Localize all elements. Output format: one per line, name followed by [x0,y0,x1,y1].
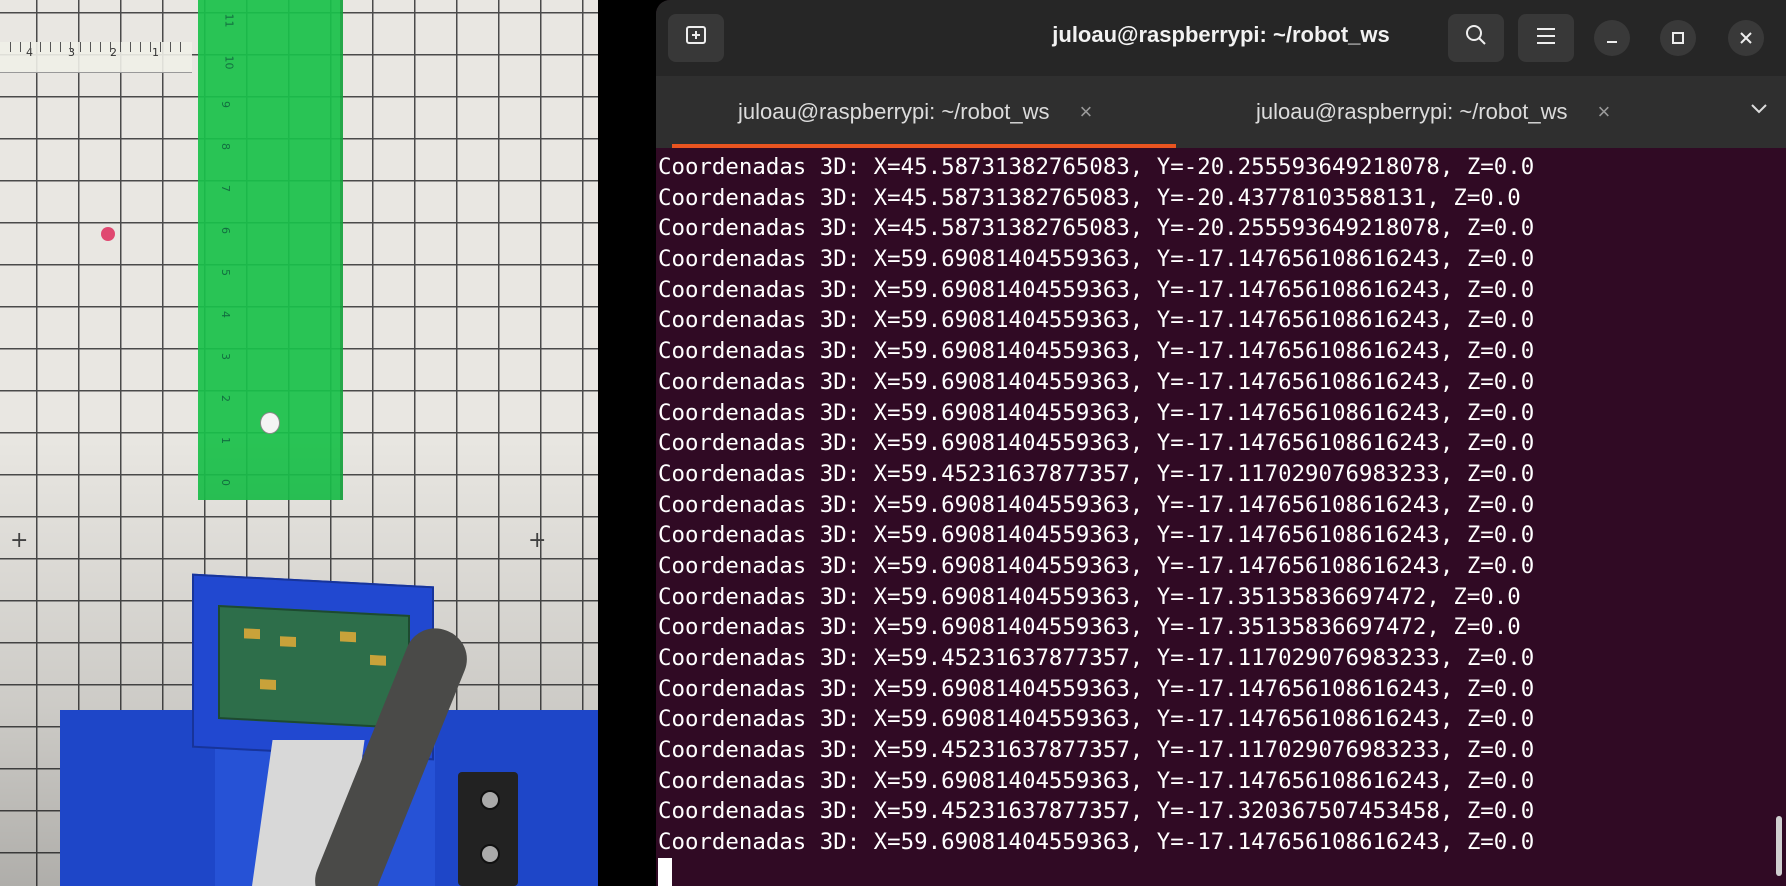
search-button[interactable] [1448,14,1504,62]
output-line: Coordenadas 3D: X=59.69081404559363, Y=-… [658,399,1535,426]
close-button[interactable] [1728,20,1764,56]
maximize-icon [1671,26,1685,50]
chevron-down-icon [1750,96,1768,121]
ruler-number: 4 [219,311,232,318]
active-tab-indicator [672,144,1176,148]
tab-terminal-2[interactable]: juloau@raspberrypi: ~/robot_ws × [1256,76,1610,148]
output-line: Coordenadas 3D: X=59.45231637877357, Y=-… [658,798,1535,825]
output-line: Coordenadas 3D: X=59.45231637877357, Y=-… [658,737,1535,764]
output-line: Coordenadas 3D: X=45.58731382765083, Y=-… [658,215,1535,242]
ruler-number: 7 [219,185,232,192]
tab-label: juloau@raspberrypi: ~/robot_ws [738,99,1050,124]
ruler-number: 11 [222,13,236,28]
output-line: Coordenadas 3D: X=59.69081404559363, Y=-… [658,706,1535,733]
scrollbar[interactable] [1776,816,1782,876]
output-line: Coordenadas 3D: X=59.69081404559363, Y=-… [658,767,1535,794]
output-line: Coordenadas 3D: X=45.58731382765083, Y=-… [658,184,1521,211]
menu-button[interactable] [1518,14,1574,62]
ruler-number: 9 [219,101,232,108]
terminal-cursor [658,858,672,886]
tab-label: juloau@raspberrypi: ~/robot_ws [1256,99,1568,124]
output-line: Coordenadas 3D: X=59.69081404559363, Y=-… [658,614,1521,641]
ruler-number: 8 [219,143,232,150]
maximize-button[interactable] [1660,20,1696,56]
output-line: Coordenadas 3D: X=59.69081404559363, Y=-… [658,246,1535,273]
terminal-output[interactable]: Coordenadas 3D: X=45.58731382765083, Y=-… [658,152,1768,858]
ruler-number: 1 [152,46,159,59]
camera-feed: 4 3 2 1 11 10 9 8 7 6 5 4 3 2 1 0 + + [0,0,598,886]
ruler-number: 6 [219,227,232,234]
output-line: Coordenadas 3D: X=59.69081404559363, Y=-… [658,675,1535,702]
output-line: Coordenadas 3D: X=59.69081404559363, Y=-… [658,276,1535,303]
terminal-window: juloau@raspberrypi: ~/robot_ws juloau@ra… [656,0,1786,886]
tab-close-icon[interactable]: × [1080,99,1093,125]
minimize-icon [1605,26,1619,50]
ruler-number: 10 [222,55,236,70]
hamburger-menu-icon [1535,24,1557,52]
output-line: Coordenadas 3D: X=59.69081404559363, Y=-… [658,552,1535,579]
output-line: Coordenadas 3D: X=59.69081404559363, Y=-… [658,583,1521,610]
output-line: Coordenadas 3D: X=59.69081404559363, Y=-… [658,522,1535,549]
minimize-button[interactable] [1594,20,1630,56]
close-icon [1739,26,1753,50]
tab-bar: juloau@raspberrypi: ~/robot_ws × juloau@… [656,76,1786,148]
ruler-number: 3 [219,353,232,360]
horizontal-ruler: 4 3 2 1 [0,42,192,73]
search-icon [1464,23,1488,53]
ruler-number: 5 [219,269,232,276]
tab-terminal-1[interactable]: juloau@raspberrypi: ~/robot_ws × [738,76,1092,148]
servo-connector [458,772,518,886]
tab-list-button[interactable] [1750,96,1768,121]
output-line: Coordenadas 3D: X=59.69081404559363, Y=-… [658,338,1535,365]
output-line: Coordenadas 3D: X=59.69081404559363, Y=-… [658,491,1535,518]
ruler-number: 2 [110,46,117,59]
ruler-number: 2 [219,395,232,402]
tab-close-icon[interactable]: × [1598,99,1611,125]
output-line: Coordenadas 3D: X=59.45231637877357, Y=-… [658,645,1535,671]
output-line: Coordenadas 3D: X=59.69081404559363, Y=-… [658,368,1535,395]
title-bar: juloau@raspberrypi: ~/robot_ws [656,0,1786,77]
red-target-dot [101,227,115,241]
output-line: Coordenadas 3D: X=45.58731382765083, Y=-… [658,154,1535,180]
output-line: Coordenadas 3D: X=59.69081404559363, Y=-… [658,430,1535,457]
output-line: Coordenadas 3D: X=59.45231637877357, Y=-… [658,460,1535,487]
output-line: Coordenadas 3D: X=59.69081404559363, Y=-… [658,307,1535,334]
output-line: Coordenadas 3D: X=59.69081404559363, Y=-… [658,829,1535,856]
